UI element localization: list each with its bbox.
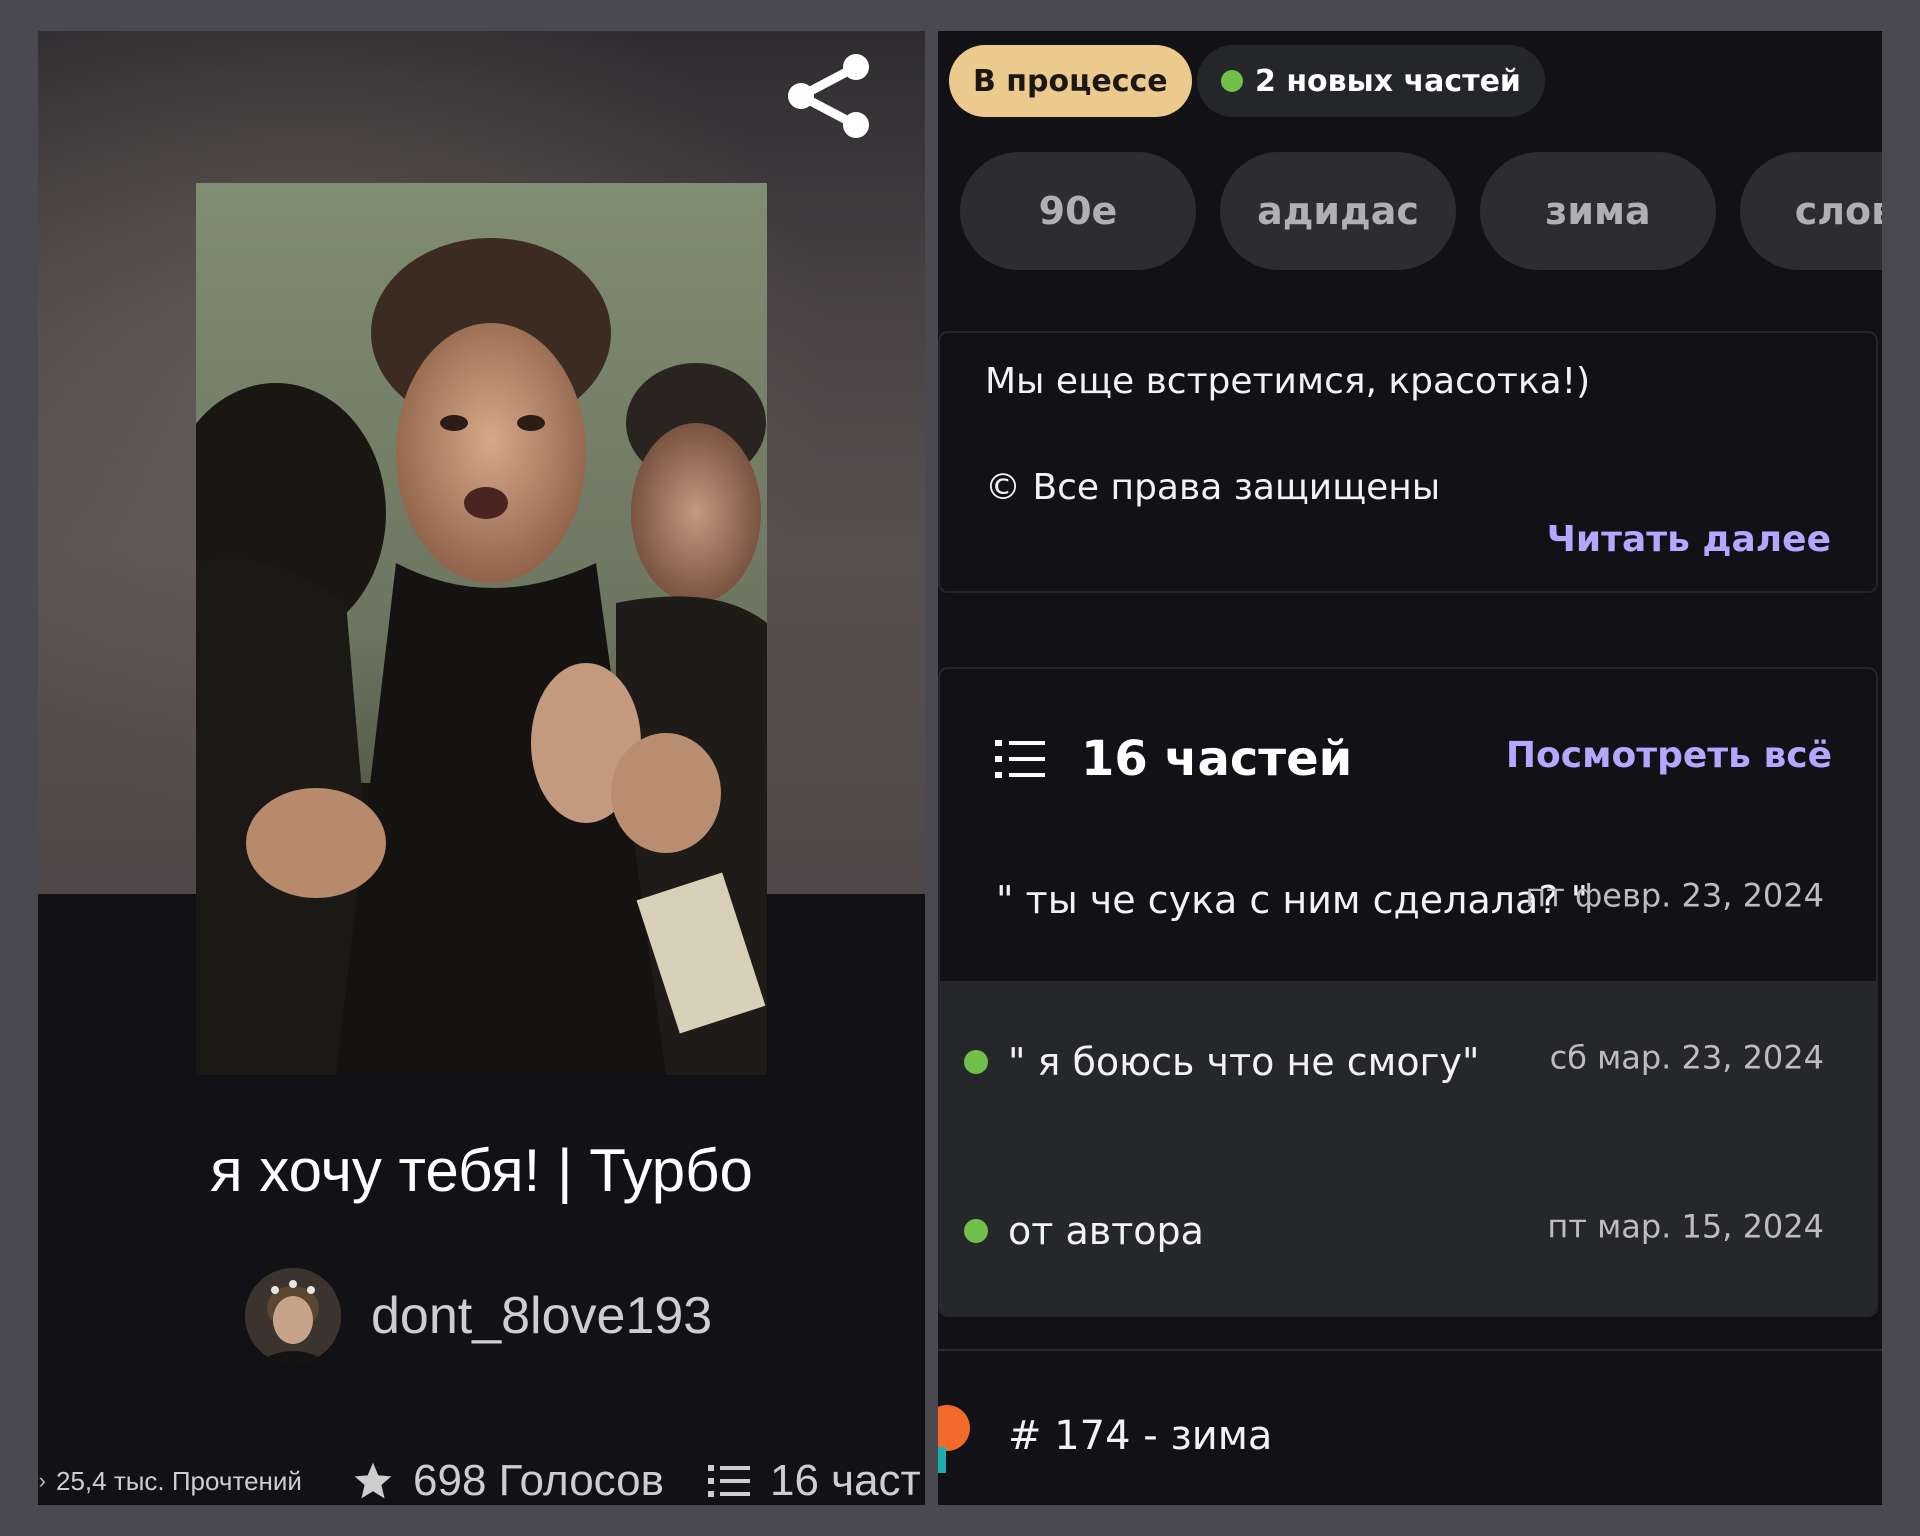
author-link[interactable]: dont_8love193 — [245, 1266, 712, 1366]
read-more-link[interactable]: Читать далее — [1547, 519, 1831, 560]
tag-chip[interactable]: слово — [1740, 152, 1882, 270]
new-indicator-dot — [1221, 70, 1243, 92]
see-all-link[interactable]: Посмотреть всё — [1506, 735, 1832, 776]
copyright-text: © Все права защищены — [985, 467, 1441, 508]
tag-chip[interactable]: зима — [1480, 152, 1716, 270]
story-title: я хочу тебя! | Турбо — [210, 1137, 753, 1204]
eye-icon: › — [38, 1468, 46, 1493]
reads-count: 25,4 тыс. Прочтений — [56, 1465, 302, 1496]
story-cover-panel: я хочу тебя! | Турбо dont_8love193 › 25,… — [38, 31, 925, 1505]
votes-stat[interactable]: 698 Голосов — [351, 1451, 664, 1505]
author-name: dont_8love193 — [371, 1287, 713, 1345]
ranking-icon-accent — [938, 1447, 946, 1473]
votes-count: 698 Голосов — [413, 1456, 665, 1505]
new-parts-label: 2 новых частей — [1255, 63, 1521, 99]
list-icon — [708, 1465, 750, 1497]
star-icon — [354, 1462, 392, 1499]
ranking-icon — [938, 1405, 970, 1451]
share-icon — [788, 54, 869, 138]
description-card: Мы еще встретимся, красотка!) © Все прав… — [938, 331, 1878, 593]
section-divider — [938, 1349, 1882, 1351]
tag-chip[interactable]: 90е — [960, 152, 1196, 270]
part-row[interactable]: " я боюсь что не смогу" сб мар. 23, 2024 — [940, 981, 1876, 1143]
parts-count-title: 16 частей — [1081, 731, 1353, 787]
ranking-label[interactable]: # 174 - зима — [1008, 1413, 1272, 1459]
cover-photo — [196, 183, 767, 1075]
parts-stat[interactable]: 16 част — [708, 1451, 921, 1505]
avatar — [245, 1268, 341, 1364]
parts-count: 16 част — [770, 1456, 921, 1505]
story-details-panel: В процессе 2 новых частей 90е адидас зим… — [938, 31, 1882, 1505]
new-indicator-dot — [964, 1050, 988, 1074]
part-row[interactable]: " ты че сука с ним сделала? " пт февр. 2… — [940, 819, 1876, 981]
part-title: " ты че сука с ним сделала? " — [996, 878, 1589, 922]
description-text: Мы еще встретимся, красотка!) — [985, 361, 1591, 402]
tag-list: 90е адидас зима слово — [960, 152, 1882, 270]
share-button[interactable] — [778, 49, 878, 149]
part-date: пт февр. 23, 2024 — [1525, 876, 1824, 915]
parts-header: 16 частей — [995, 719, 1352, 799]
list-icon — [995, 740, 1045, 778]
part-row[interactable]: от автора пт мар. 15, 2024 — [940, 1143, 1876, 1315]
cover-image[interactable] — [196, 183, 767, 1075]
part-date: сб мар. 23, 2024 — [1549, 1038, 1824, 1077]
parts-card: 16 частей Посмотреть всё " ты че сука с … — [938, 667, 1878, 1317]
reads-stat: › 25,4 тыс. Прочтений — [38, 1451, 302, 1505]
new-indicator-dot — [964, 1219, 988, 1243]
status-badge: В процессе — [949, 45, 1192, 117]
part-date: пт мар. 15, 2024 — [1547, 1207, 1824, 1246]
part-title: " я боюсь что не смогу" — [1008, 1040, 1480, 1084]
new-parts-badge: 2 новых частей — [1197, 45, 1545, 117]
part-title: от автора — [1008, 1209, 1204, 1253]
story-stats: › 25,4 тыс. Прочтений 698 Голосов 16 час… — [38, 1451, 925, 1505]
tag-chip[interactable]: адидас — [1220, 152, 1456, 270]
